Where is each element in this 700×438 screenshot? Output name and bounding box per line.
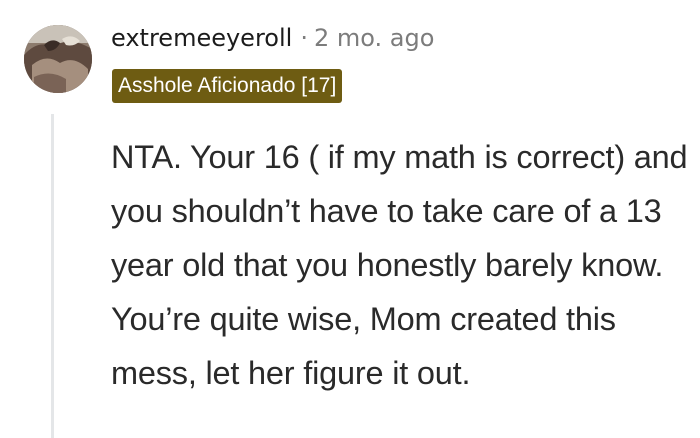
comment-body: NTA. Your 16 ( if my math is correct) an…: [111, 139, 688, 391]
thread-collapse-line[interactable]: [51, 114, 54, 438]
comment-timestamp[interactable]: 2 mo. ago: [314, 24, 434, 52]
user-flair-badge: Asshole Aficionado [17]: [112, 69, 343, 103]
avatar-image: [24, 25, 92, 93]
username-link[interactable]: extremeeyeroll: [111, 24, 292, 52]
user-avatar[interactable]: [24, 25, 92, 93]
meta-separator: ·: [300, 24, 308, 52]
comment-meta: extremeeyeroll · 2 mo. ago: [111, 21, 434, 55]
